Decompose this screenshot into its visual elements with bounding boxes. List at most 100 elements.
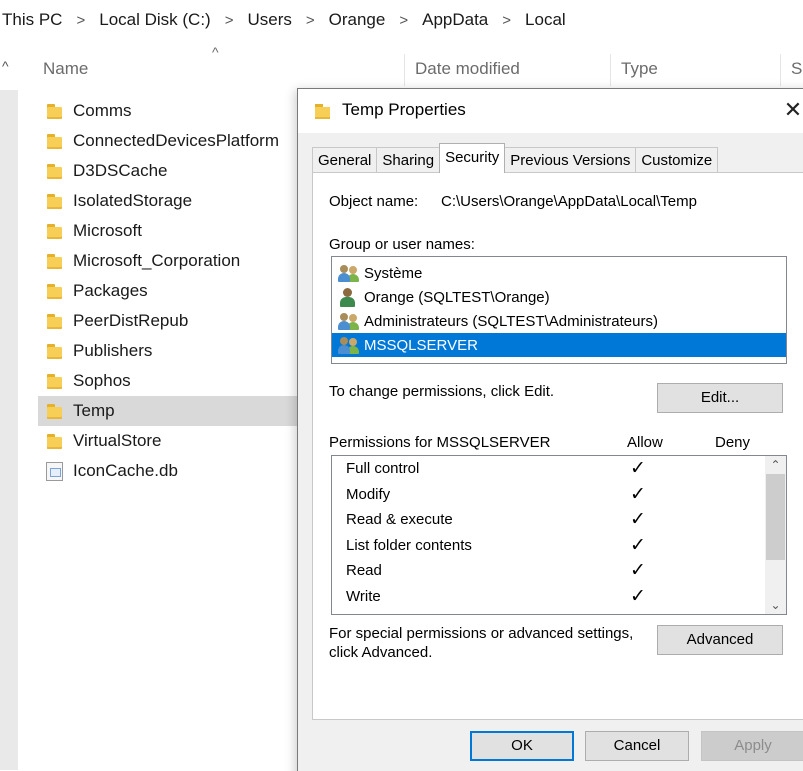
dialog-title-bar[interactable]: Temp Properties ✕ bbox=[298, 89, 803, 133]
file-name: Packages bbox=[73, 281, 148, 300]
ok-button[interactable]: OK bbox=[470, 731, 574, 761]
group-user-names-label: Group or user names: bbox=[329, 236, 475, 253]
folder-icon bbox=[46, 193, 63, 210]
object-name-value: C:\Users\Orange\AppData\Local\Temp bbox=[441, 193, 697, 210]
column-header-name[interactable]: Name bbox=[43, 48, 88, 88]
file-list-item[interactable]: Microsoft_Corporation bbox=[38, 246, 300, 276]
tab-customize[interactable]: Customize bbox=[635, 147, 719, 173]
folder-icon bbox=[46, 253, 63, 270]
allow-check-icon: ✓ bbox=[630, 533, 646, 556]
permissions-scrollbar[interactable]: ⌃ ⌄ bbox=[765, 456, 786, 614]
file-name: Publishers bbox=[73, 341, 153, 360]
file-name: Temp bbox=[73, 401, 115, 420]
cancel-button[interactable]: Cancel bbox=[585, 731, 689, 761]
user-name: Orange (SQLTEST\Orange) bbox=[364, 288, 550, 306]
breadcrumb-separator-icon[interactable]: > bbox=[490, 12, 523, 29]
breadcrumb-separator-icon[interactable]: > bbox=[387, 12, 420, 29]
scroll-down-button[interactable]: ⌄ bbox=[765, 596, 786, 614]
allow-check-icon: ✓ bbox=[630, 457, 646, 479]
file-list-item[interactable]: IsolatedStorage bbox=[38, 186, 300, 216]
breadcrumb-separator-icon[interactable]: > bbox=[294, 12, 327, 29]
permissions-list[interactable]: Full control ✓ Modify ✓ Read & execute ✓ List … bbox=[331, 455, 787, 615]
file-name: Sophos bbox=[73, 371, 131, 390]
file-list-item[interactable]: Sophos bbox=[38, 366, 300, 396]
breadcrumb-item[interactable]: Local Disk (C:) bbox=[97, 10, 212, 30]
column-divider[interactable] bbox=[780, 54, 781, 86]
allow-check-icon: ✓ bbox=[630, 508, 646, 531]
file-name: PeerDistRepub bbox=[73, 311, 189, 330]
file-list-item[interactable]: IconCache.db bbox=[38, 456, 300, 486]
permission-name: Read bbox=[346, 562, 382, 580]
folder-icon bbox=[46, 433, 63, 450]
folder-icon bbox=[46, 403, 63, 420]
file-list-item[interactable]: VirtualStore bbox=[38, 426, 300, 456]
file-list-item[interactable]: Comms bbox=[38, 96, 300, 126]
special-permissions-text-line2: click Advanced. bbox=[329, 644, 433, 661]
user-list-item[interactable]: MSSQLSERVER bbox=[332, 333, 786, 357]
file-name: ConnectedDevicesPlatform bbox=[73, 131, 279, 150]
file-list-item[interactable]: PeerDistRepub bbox=[38, 306, 300, 336]
tab-previous-versions[interactable]: Previous Versions bbox=[504, 147, 637, 173]
chevron-up-icon[interactable]: ^ bbox=[2, 58, 9, 74]
file-list-item[interactable]: Microsoft bbox=[38, 216, 300, 246]
close-icon: ✕ bbox=[783, 97, 803, 122]
folder-icon bbox=[46, 343, 63, 360]
users-icon bbox=[338, 335, 360, 355]
group-user-list[interactable]: Système Orange (SQLTEST\Orange) Administra… bbox=[331, 256, 787, 364]
file-name: VirtualStore bbox=[73, 431, 162, 450]
breadcrumb-separator-icon[interactable]: > bbox=[64, 12, 97, 29]
column-header-size[interactable]: Si bbox=[791, 48, 803, 88]
allow-check-icon: ✓ bbox=[630, 482, 646, 505]
file-name: Microsoft bbox=[73, 221, 142, 240]
tab-sharing[interactable]: Sharing bbox=[376, 147, 441, 173]
folder-icon bbox=[46, 313, 63, 330]
permission-row: Read & execute ✓ bbox=[332, 507, 786, 533]
user-list-item[interactable]: Orange (SQLTEST\Orange) bbox=[332, 285, 786, 309]
user-list-item[interactable]: Système bbox=[332, 261, 786, 285]
breadcrumb-item[interactable]: Orange bbox=[327, 10, 388, 30]
breadcrumb-item[interactable]: Local bbox=[523, 10, 568, 30]
chevron-down-icon: ⌄ bbox=[770, 598, 781, 612]
user-icon bbox=[338, 287, 360, 307]
edit-button[interactable]: Edit... bbox=[657, 383, 783, 413]
column-header-row: Name Date modified Type Si bbox=[0, 48, 803, 88]
tab-security[interactable]: Security bbox=[439, 143, 506, 173]
scrollbar-thumb[interactable] bbox=[766, 474, 785, 560]
close-button[interactable]: ✕ bbox=[776, 95, 803, 127]
advanced-button[interactable]: Advanced bbox=[657, 625, 783, 655]
file-list: Comms ConnectedDevicesPlatform D3DSCache Is… bbox=[38, 96, 300, 486]
file-list-item[interactable]: Temp bbox=[38, 396, 300, 426]
user-list-item[interactable]: Administrateurs (SQLTEST\Administrateurs… bbox=[332, 309, 786, 333]
column-header-date-modified[interactable]: Date modified bbox=[415, 48, 520, 88]
column-divider[interactable] bbox=[610, 54, 611, 86]
column-header-type[interactable]: Type bbox=[621, 48, 658, 88]
permission-name: Write bbox=[346, 587, 381, 605]
permission-name: Read & execute bbox=[346, 511, 453, 529]
file-name: IsolatedStorage bbox=[73, 191, 193, 210]
file-name: Comms bbox=[73, 101, 132, 120]
column-divider[interactable] bbox=[404, 54, 405, 86]
breadcrumb-item[interactable]: This PC bbox=[0, 10, 64, 30]
scroll-up-button[interactable]: ⌃ bbox=[765, 456, 786, 474]
file-list-item[interactable]: Packages bbox=[38, 276, 300, 306]
file-icon bbox=[46, 461, 63, 481]
permission-row: Full control ✓ bbox=[332, 456, 786, 482]
file-list-item[interactable]: ConnectedDevicesPlatform bbox=[38, 126, 300, 156]
apply-button[interactable]: Apply bbox=[701, 731, 803, 761]
folder-icon bbox=[314, 103, 331, 120]
deny-column-header: Deny bbox=[715, 434, 751, 451]
permissions-label: Permissions for MSSQLSERVER bbox=[329, 434, 551, 451]
file-name: D3DSCache bbox=[73, 161, 168, 180]
folder-icon bbox=[46, 283, 63, 300]
file-list-item[interactable]: Publishers bbox=[38, 336, 300, 366]
breadcrumb-item[interactable]: AppData bbox=[420, 10, 490, 30]
file-name: Microsoft_Corporation bbox=[73, 251, 241, 270]
breadcrumb-separator-icon[interactable]: > bbox=[213, 12, 246, 29]
breadcrumb-item[interactable]: Users bbox=[245, 10, 293, 30]
permission-name: List folder contents bbox=[346, 536, 472, 554]
navigation-pane[interactable] bbox=[0, 90, 18, 770]
tab-general[interactable]: General bbox=[312, 147, 378, 173]
allow-check-icon: ✓ bbox=[630, 559, 646, 582]
security-tab-panel: Object name: C:\Users\Orange\AppData\Loc… bbox=[312, 172, 803, 720]
file-list-item[interactable]: D3DSCache bbox=[38, 156, 300, 186]
